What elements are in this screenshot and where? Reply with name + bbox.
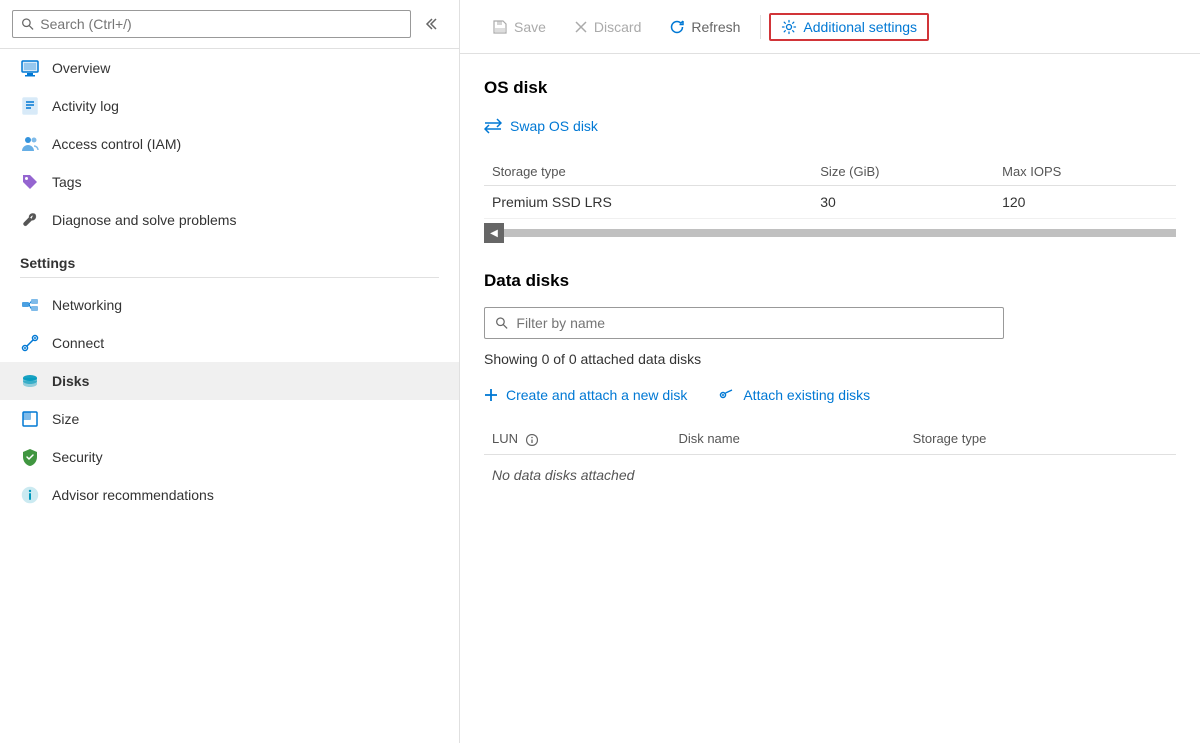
refresh-icon — [669, 19, 685, 35]
log-icon — [20, 96, 40, 116]
sidebar-item-size[interactable]: Size — [0, 400, 459, 438]
connect-icon — [20, 333, 40, 353]
sidebar-item-disks[interactable]: Disks — [0, 362, 459, 400]
col-max-iops: Max IOPS — [994, 158, 1176, 186]
disk-actions: Create and attach a new disk Attach exis… — [484, 387, 1176, 403]
sidebar-label-networking: Networking — [52, 297, 122, 313]
collapse-button[interactable] — [419, 10, 447, 38]
gear-icon — [781, 19, 797, 35]
sidebar-label-size: Size — [52, 411, 79, 427]
page-content: OS disk Swap OS disk Storage type Size (… — [460, 54, 1200, 743]
settings-section-label: Settings — [0, 239, 459, 277]
sidebar-label-disks: Disks — [52, 373, 89, 389]
sidebar-item-overview[interactable]: Overview — [0, 49, 459, 87]
showing-count: Showing 0 of 0 attached data disks — [484, 351, 1176, 367]
sidebar-label-overview: Overview — [52, 60, 110, 76]
data-disks-table: LUN Disk name Storage type No — [484, 423, 1176, 495]
os-disk-title: OS disk — [484, 78, 1176, 98]
os-disk-table: Storage type Size (GiB) Max IOPS Premium… — [484, 158, 1176, 219]
sidebar-item-activity-log[interactable]: Activity log — [0, 87, 459, 125]
attach-existing-button[interactable]: Attach existing disks — [719, 387, 870, 403]
no-data-text: No data disks attached — [484, 455, 1176, 496]
col-storage-type: Storage type — [484, 158, 812, 186]
size-icon — [20, 409, 40, 429]
additional-settings-label: Additional settings — [803, 19, 917, 35]
advisor-icon — [20, 485, 40, 505]
data-disks-title: Data disks — [484, 271, 1176, 291]
sidebar-label-advisor: Advisor recommendations — [52, 487, 214, 503]
save-button[interactable]: Save — [480, 13, 558, 41]
tag-icon — [20, 172, 40, 192]
col-storage-type-data: Storage type — [905, 423, 1176, 455]
attach-icon — [719, 388, 735, 402]
sidebar-label-security: Security — [52, 449, 103, 465]
discard-label: Discard — [594, 19, 641, 35]
refresh-label: Refresh — [691, 19, 740, 35]
sidebar-item-networking[interactable]: Networking — [0, 286, 459, 324]
col-size: Size (GiB) — [812, 158, 994, 186]
sidebar-item-diagnose[interactable]: Diagnose and solve problems — [0, 201, 459, 239]
table-row: Premium SSD LRS 30 120 — [484, 186, 1176, 219]
data-disks-section: Data disks Showing 0 of 0 attached data … — [484, 271, 1176, 495]
create-attach-disk-button[interactable]: Create and attach a new disk — [484, 387, 687, 403]
refresh-button[interactable]: Refresh — [657, 13, 752, 41]
scroll-indicator: ◀ — [484, 223, 1176, 243]
toolbar-divider — [760, 15, 761, 39]
additional-settings-button[interactable]: Additional settings — [769, 13, 929, 41]
filter-search-icon — [495, 316, 508, 330]
filter-input[interactable] — [516, 315, 993, 331]
plus-icon — [484, 388, 498, 402]
col-lun: LUN — [484, 423, 670, 455]
os-disk-table-wrapper: Storage type Size (GiB) Max IOPS Premium… — [484, 158, 1176, 219]
discard-button[interactable]: Discard — [562, 13, 653, 41]
sidebar-item-connect[interactable]: Connect — [0, 324, 459, 362]
col-disk-name: Disk name — [670, 423, 904, 455]
swap-os-disk-label: Swap OS disk — [510, 118, 598, 134]
sidebar-label-iam: Access control (IAM) — [52, 136, 181, 152]
disks-icon — [20, 371, 40, 391]
save-label: Save — [514, 19, 546, 35]
sidebar-label-tags: Tags — [52, 174, 82, 190]
sidebar-item-iam[interactable]: Access control (IAM) — [0, 125, 459, 163]
swap-os-disk-button[interactable]: Swap OS disk — [484, 114, 1176, 138]
search-input[interactable] — [40, 16, 402, 32]
scroll-track — [504, 229, 1176, 237]
wrench-icon — [20, 210, 40, 230]
settings-divider — [20, 277, 439, 278]
search-icon — [21, 17, 34, 31]
cell-max-iops: 120 — [994, 186, 1176, 219]
save-icon — [492, 19, 508, 35]
sidebar-label-activity-log: Activity log — [52, 98, 119, 114]
cell-storage-type: Premium SSD LRS — [484, 186, 812, 219]
sidebar-label-diagnose: Diagnose and solve problems — [52, 212, 236, 228]
sidebar-item-tags[interactable]: Tags — [0, 163, 459, 201]
toolbar: Save Discard Refresh Additional settings — [460, 0, 1200, 54]
discard-icon — [574, 20, 588, 34]
no-data-row: No data disks attached — [484, 455, 1176, 496]
monitor-icon — [20, 58, 40, 78]
attach-existing-label: Attach existing disks — [743, 387, 870, 403]
swap-icon — [484, 118, 502, 134]
sidebar-item-security[interactable]: Security — [0, 438, 459, 476]
search-input-wrapper[interactable] — [12, 10, 411, 38]
sidebar-item-advisor[interactable]: Advisor recommendations — [0, 476, 459, 514]
networking-icon — [20, 295, 40, 315]
info-icon — [526, 434, 538, 446]
cell-size: 30 — [812, 186, 994, 219]
sidebar-label-connect: Connect — [52, 335, 104, 351]
people-icon — [20, 134, 40, 154]
create-attach-label: Create and attach a new disk — [506, 387, 687, 403]
filter-input-wrapper[interactable] — [484, 307, 1004, 339]
scroll-left-button[interactable]: ◀ — [484, 223, 504, 243]
security-icon — [20, 447, 40, 467]
